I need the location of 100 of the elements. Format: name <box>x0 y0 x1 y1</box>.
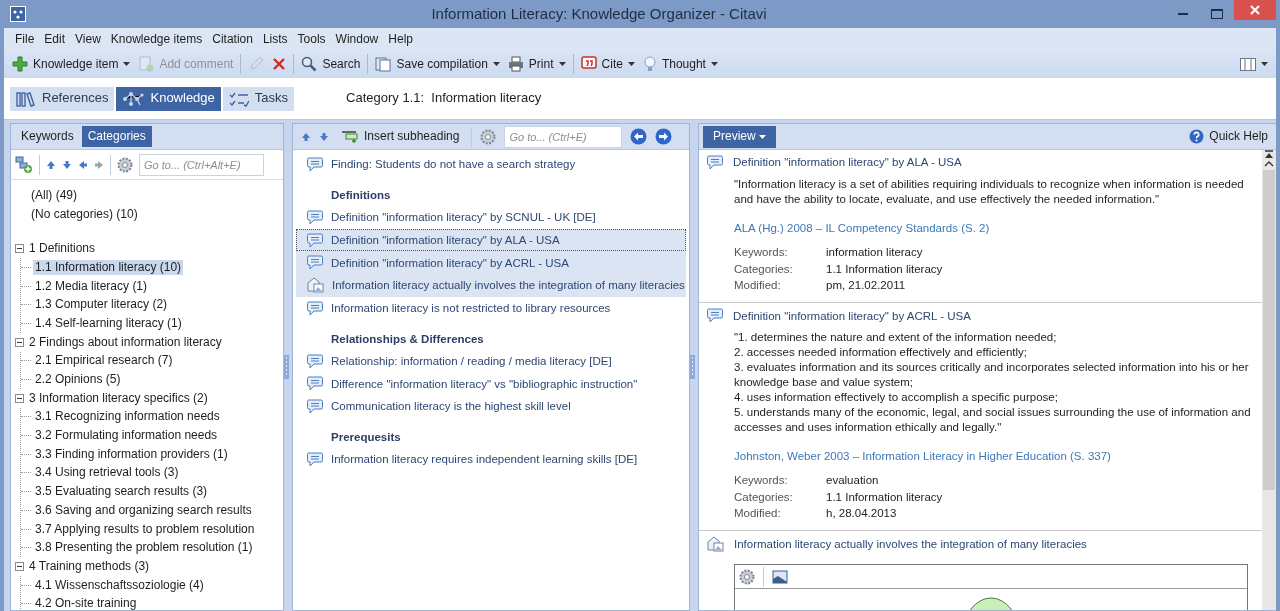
speech-bubble-icon <box>307 353 323 369</box>
expander-icon[interactable] <box>15 561 24 571</box>
goto-field[interactable]: Go to... (Ctrl+E) <box>504 125 623 148</box>
knowledge-item[interactable]: Information literacy requires independent learning skills [DE] <box>296 448 686 471</box>
section-heading: Relationships & Differences <box>330 331 485 347</box>
down-arrow-icon <box>62 159 72 170</box>
menu-item[interactable]: Citation <box>207 30 258 48</box>
tree-item[interactable]: 4.2 On-site training <box>33 596 139 610</box>
settings-button[interactable] <box>480 128 497 145</box>
picture-note-icon <box>707 536 724 553</box>
source-link[interactable]: Johnston, Weber 2003 – Information Literacy in Higher Education (S. 337) <box>734 449 1111 462</box>
preview-button[interactable]: Preview <box>703 125 776 148</box>
tree-item[interactable]: 3.7 Applying results to problem resolution <box>33 521 257 537</box>
knowledge-item[interactable]: Definition "information literacy" by ACRL - USA <box>296 251 686 275</box>
up-arrow-icon <box>301 131 311 142</box>
goto-field[interactable]: Go to... (Ctrl+Alt+E) <box>139 153 264 176</box>
knowledge-item[interactable]: Definition "information literacy" by SCNUL - UK [DE] <box>296 206 686 229</box>
tree-item[interactable]: 3.4 Using retrieval tools (3) <box>33 465 181 481</box>
toolbar-button[interactable] <box>46 159 56 170</box>
knowledge-item[interactable]: Information literacy is not restricted to library resources <box>296 296 686 320</box>
toolbar-button[interactable] <box>78 159 88 170</box>
tree-item[interactable]: 2 Findings about information literacy <box>27 334 224 350</box>
quick-help-button[interactable]: Quick Help <box>1185 127 1272 146</box>
expander-icon[interactable] <box>15 244 24 254</box>
toolbar-button[interactable] <box>301 131 311 142</box>
field-value: 1.1 Information literacy <box>826 261 944 276</box>
toolbar-button[interactable] <box>319 131 329 142</box>
close-button[interactable] <box>1234 0 1276 20</box>
expander-icon[interactable] <box>15 337 24 347</box>
knowledge-item[interactable]: Definition "information literacy" by ALA - USA <box>296 228 686 252</box>
tree-item[interactable]: 1.2 Media literacy (1) <box>33 278 150 294</box>
field-value: 1.1 Information literacy <box>826 489 944 505</box>
toolbar-button[interactable]: Print <box>503 54 570 74</box>
image-button[interactable] <box>772 569 788 584</box>
knowledge-item[interactable]: Finding: Students do not have a search strategy <box>296 153 686 176</box>
tree-item[interactable]: 1 Definitions <box>27 241 98 257</box>
nav-tab[interactable]: Knowledge <box>116 86 221 111</box>
toolbar-button[interactable] <box>15 155 33 174</box>
toolbar-button[interactable] <box>117 156 133 173</box>
toolbar-button[interactable]: Save compilation <box>371 54 504 74</box>
close-icon <box>1250 5 1260 15</box>
pane-tab[interactable]: Categories <box>81 126 152 147</box>
settings-button[interactable] <box>739 568 755 585</box>
tree-item[interactable]: 3 Information literacy specifics (2) <box>27 390 210 406</box>
speech-bubble-icon <box>707 155 723 170</box>
printer-icon <box>507 56 524 72</box>
scrollbar[interactable] <box>1262 150 1276 610</box>
speech-bubble-icon <box>307 452 323 468</box>
menu-item[interactable]: Window <box>330 30 384 48</box>
tree-item[interactable]: 1.3 Computer literacy (2) <box>33 297 170 313</box>
toolbar-button[interactable] <box>94 159 104 170</box>
field-value: evaluation <box>826 473 880 488</box>
scroll-top-icon <box>1264 150 1274 160</box>
nav-tab[interactable]: References <box>10 86 115 111</box>
caret-icon <box>1261 62 1268 66</box>
tree-item[interactable]: (No categories) (10) <box>29 206 140 222</box>
toolbar-button[interactable]: Knowledge item <box>8 54 135 74</box>
tree-item[interactable]: 4 Training methods (3) <box>27 558 152 574</box>
maximize-icon <box>1211 9 1223 19</box>
back-button[interactable] <box>630 128 648 145</box>
toolbar-button[interactable] <box>62 159 72 170</box>
gear-icon <box>117 156 133 173</box>
nav-tab[interactable]: Tasks <box>222 86 295 111</box>
network-icon <box>122 90 145 107</box>
window-title: Information Literacy: Knowledge Organizer - Citavi <box>430 4 768 24</box>
tree-item[interactable]: 3.1 Recognizing information needs <box>33 409 222 425</box>
menu-item[interactable]: File <box>10 30 40 48</box>
knowledge-item[interactable]: Relationship: information / reading / media literacy [DE] <box>296 349 686 373</box>
tree-item[interactable]: (All) (49) <box>29 187 79 203</box>
tree-item[interactable]: 1.1 Information literacy (10) <box>33 259 184 275</box>
menu-item[interactable]: Help <box>383 30 418 48</box>
knowledge-item[interactable]: Difference "information literacy" vs "bibliographic instruction" <box>296 372 686 396</box>
menu-item[interactable]: View <box>70 30 106 48</box>
toolbar-button[interactable]: Cite <box>576 54 639 74</box>
expander-icon[interactable] <box>15 393 24 403</box>
tree-item[interactable]: 3.3 Finding information providers (1) <box>33 446 230 462</box>
tree-item[interactable]: 3.2 Formulating information needs <box>33 428 220 444</box>
tree-item[interactable]: 4.1 Wissenschaftssoziologie (4) <box>33 577 206 593</box>
insert-subheading-button[interactable]: Insert subheading <box>337 127 464 146</box>
source-link[interactable]: ALA (Hg.) 2008 – IL Competency Standards (S. 2) <box>734 221 990 234</box>
tree-item[interactable]: 2.2 Opinions (5) <box>33 372 123 388</box>
tree-item[interactable]: 3.8 Presenting the problem resolution (1) <box>33 540 255 556</box>
toolbar-button[interactable]: Thought <box>638 54 722 74</box>
tree-item[interactable]: 2.1 Empirical research (7) <box>33 353 175 369</box>
tree-item[interactable]: 3.5 Evaluating search results (3) <box>33 484 210 500</box>
menu-item[interactable]: Knowledge items <box>105 30 208 48</box>
menu-item[interactable]: Tools <box>292 30 331 48</box>
pane-tab[interactable]: Keywords <box>15 126 80 147</box>
knowledge-item[interactable]: Communication literacy is the highest skill level <box>296 395 686 418</box>
tree-item[interactable]: 1.4 Self-learning literacy (1) <box>33 315 184 331</box>
forward-button[interactable] <box>655 128 673 145</box>
menu-item[interactable]: Edit <box>39 30 71 48</box>
books-icon <box>16 90 36 107</box>
menu-item[interactable]: Lists <box>257 30 293 48</box>
entry-title: Definition "information literacy" by ALA - USA <box>733 155 962 170</box>
tree-item[interactable]: 3.6 Saving and organizing search results <box>33 502 254 518</box>
knowledge-item[interactable]: Information literacy actually involves the integration of many literacies <box>296 274 686 297</box>
back-icon <box>630 128 648 145</box>
pencil-icon <box>248 56 265 72</box>
toolbar-button[interactable]: Search <box>297 54 365 74</box>
